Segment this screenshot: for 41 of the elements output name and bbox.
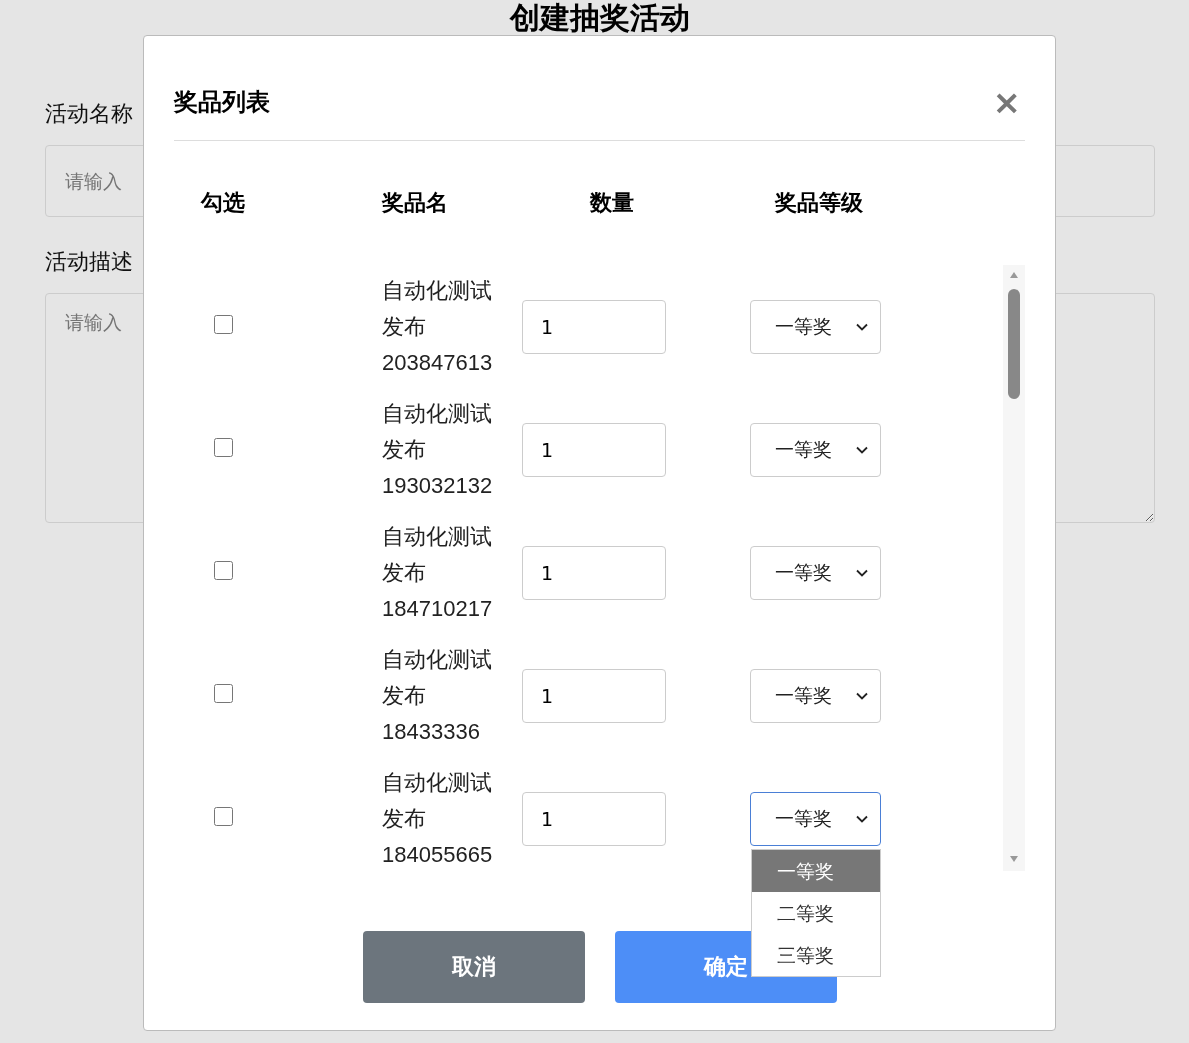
prize-name: 自动化测试发布184710217 [382, 522, 494, 623]
quantity-field[interactable]: 1 [522, 668, 666, 723]
grade-select[interactable]: 一等奖 [750, 545, 881, 600]
prize-name: 自动化测试发布203847613 [382, 276, 494, 377]
scroll-down-icon[interactable] [1009, 855, 1019, 863]
quantity-field[interactable]: 1 [522, 791, 666, 846]
prize-name: 自动化测试发布18433336 [382, 645, 493, 746]
quantity-field[interactable]: 1 [522, 545, 666, 600]
dropdown-option[interactable]: 一等奖 [752, 849, 880, 892]
column-header: 勾选 [201, 189, 245, 217]
field-label: 活动名称 [45, 100, 133, 128]
grade-select[interactable]: 一等奖 [750, 791, 881, 846]
scroll-up-icon[interactable] [1009, 271, 1019, 279]
checkbox[interactable] [213, 807, 233, 826]
checkbox[interactable] [213, 315, 233, 334]
chevron-down-icon [856, 445, 868, 454]
quantity-field[interactable]: 1 [522, 299, 666, 354]
modal-title: 奖品列表 [174, 87, 270, 118]
chevron-down-icon [856, 322, 868, 331]
field-label: 活动描述 [45, 248, 133, 276]
checkbox[interactable] [213, 438, 233, 457]
prize-name: 自动化测试发布193032132 [382, 399, 494, 500]
quantity-field[interactable]: 1 [522, 422, 666, 477]
grade-select[interactable]: 一等奖 [750, 299, 881, 354]
chevron-down-icon [856, 814, 868, 823]
prize-name: 自动化测试发布184055665 [382, 768, 494, 869]
scrollbar[interactable] [1003, 265, 1025, 871]
column-header: 数量 [590, 189, 634, 217]
grade-select[interactable]: 一等奖 [750, 422, 881, 477]
close-button[interactable]: × [988, 85, 1025, 119]
chevron-down-icon [856, 568, 868, 577]
column-header: 奖品名 [382, 189, 448, 217]
checkbox[interactable] [213, 684, 233, 703]
cancel-button[interactable]: 取消 [362, 931, 585, 1003]
chevron-down-icon [856, 691, 868, 700]
column-header: 奖品等级 [775, 189, 863, 217]
checkbox[interactable] [213, 561, 233, 580]
dropdown-option[interactable]: 二等奖 [752, 891, 880, 934]
grade-select[interactable]: 一等奖 [750, 668, 881, 723]
scrollbar-thumb[interactable] [1008, 289, 1020, 399]
page-title: 创建抽奖活动 [508, 0, 691, 37]
